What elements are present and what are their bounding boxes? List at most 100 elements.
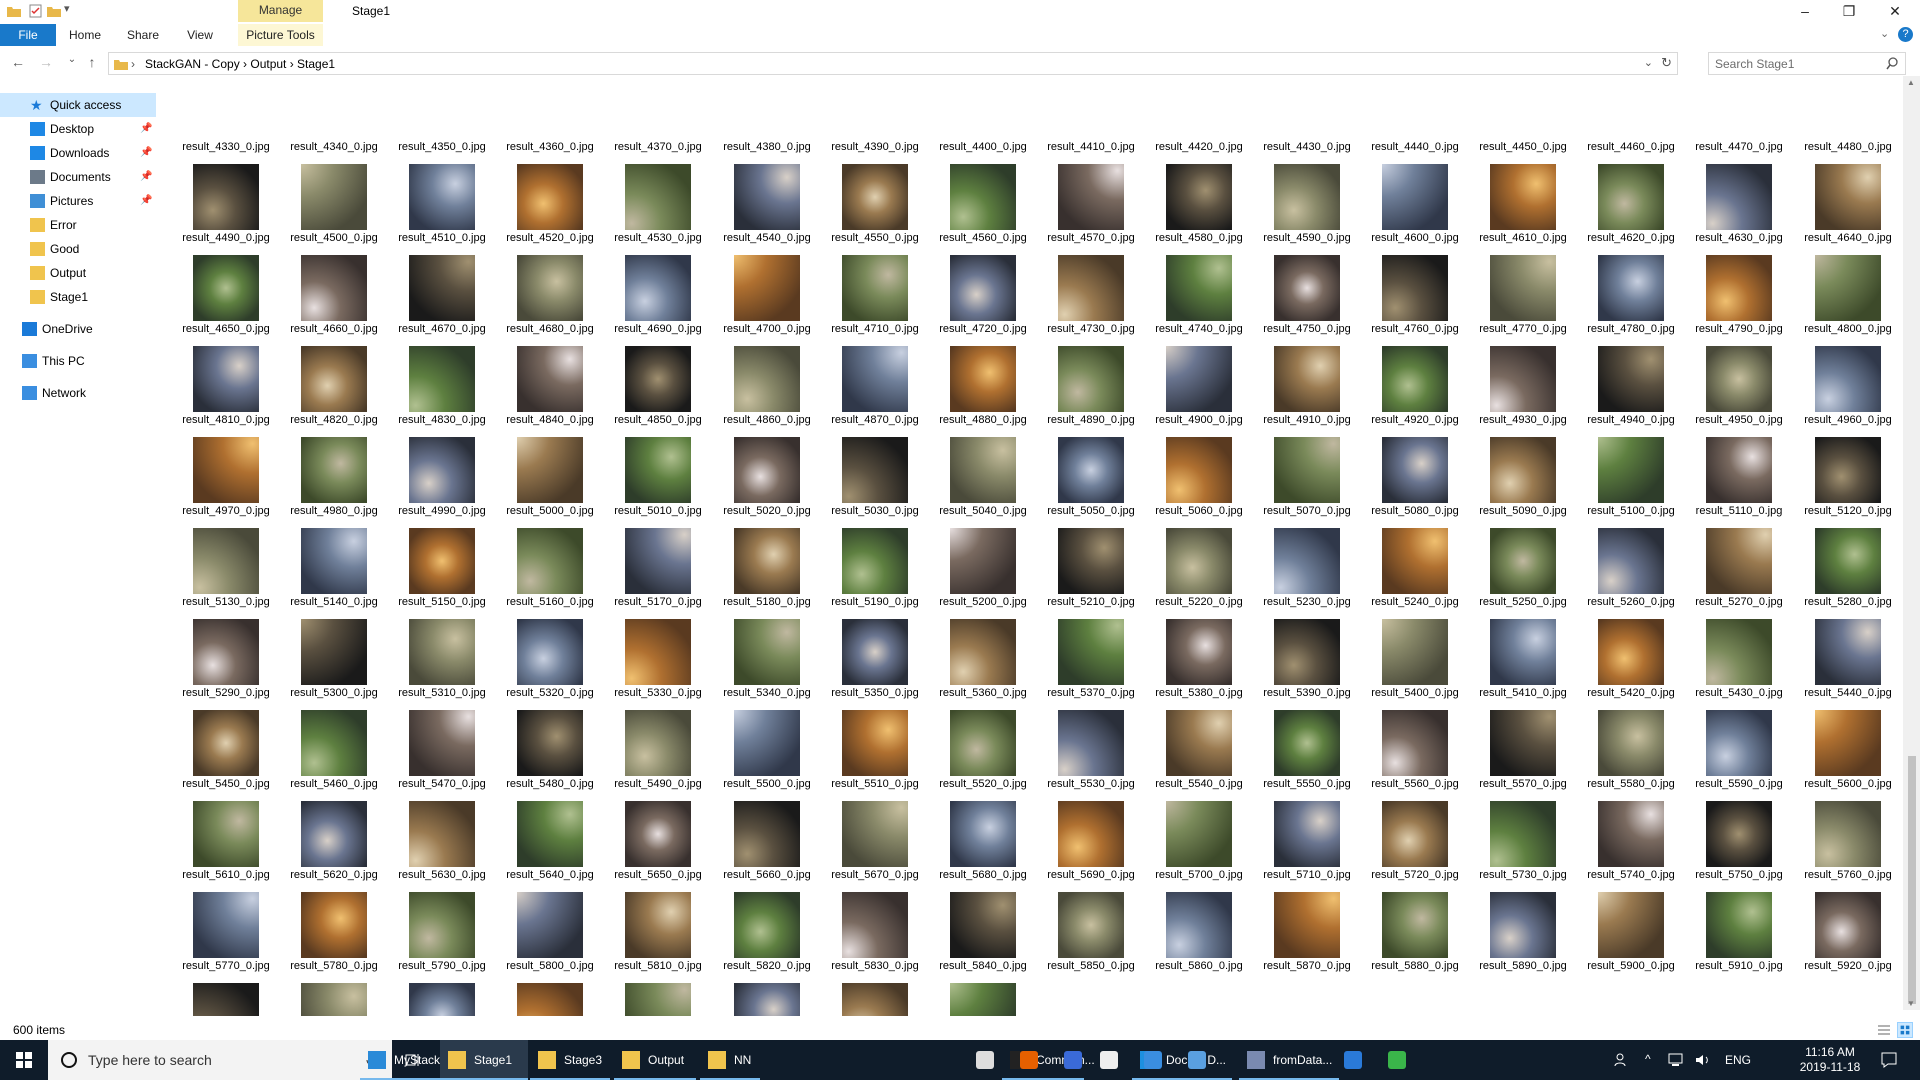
- file-item[interactable]: result_4690_0.jpg: [604, 247, 712, 338]
- file-item[interactable]: result_4910_0.jpg: [1253, 338, 1361, 429]
- file-item[interactable]: result_4350_0.jpg: [388, 76, 496, 156]
- file-item[interactable]: result_4540_0.jpg: [713, 156, 821, 247]
- file-item[interactable]: result_4720_0.jpg: [929, 247, 1037, 338]
- file-item[interactable]: result_4740_0.jpg: [1145, 247, 1253, 338]
- file-item[interactable]: result_5170_0.jpg: [604, 520, 712, 611]
- properties-icon[interactable]: [28, 3, 44, 19]
- file-item[interactable]: result_5580_0.jpg: [1577, 702, 1685, 793]
- file-item[interactable]: result_4530_0.jpg: [604, 156, 712, 247]
- file-item[interactable]: result_4630_0.jpg: [1685, 156, 1793, 247]
- file-item[interactable]: result_5520_0.jpg: [929, 702, 1037, 793]
- help-icon[interactable]: ?: [1898, 27, 1913, 42]
- clock[interactable]: 11:16 AM 2019-11-18: [1795, 1045, 1865, 1075]
- file-item[interactable]: result_4490_0.jpg: [172, 156, 280, 247]
- file-item[interactable]: result_5680_0.jpg: [929, 793, 1037, 884]
- file-item[interactable]: result_5700_0.jpg: [1145, 793, 1253, 884]
- file-item[interactable]: result_5040_0.jpg: [929, 429, 1037, 520]
- file-item[interactable]: result_5860_0.jpg: [1145, 884, 1253, 975]
- taskbar-item-output[interactable]: Output: [614, 1040, 696, 1080]
- file-item[interactable]: result_4880_0.jpg: [929, 338, 1037, 429]
- file-item[interactable]: result_5310_0.jpg: [388, 611, 496, 702]
- file-item[interactable]: result_5340_0.jpg: [713, 611, 821, 702]
- file-item[interactable]: result_4810_0.jpg: [172, 338, 280, 429]
- nav-item-downloads[interactable]: Downloads 📌: [0, 141, 156, 165]
- file-item[interactable]: result_4500_0.jpg: [280, 156, 388, 247]
- file-item[interactable]: result_4730_0.jpg: [1037, 247, 1145, 338]
- address-bar[interactable]: › StackGAN - Copy › Output › Stage1 ⌄ ↻: [108, 52, 1678, 75]
- file-item[interactable]: result_5350_0.jpg: [821, 611, 929, 702]
- file-item[interactable]: result_4790_0.jpg: [1685, 247, 1793, 338]
- file-item[interactable]: result_5260_0.jpg: [1577, 520, 1685, 611]
- file-item[interactable]: result_4570_0.jpg: [1037, 156, 1145, 247]
- file-item[interactable]: result_5460_0.jpg: [280, 702, 388, 793]
- back-icon[interactable]: ←: [8, 54, 28, 72]
- file-item[interactable]: result_4440_0.jpg: [1361, 76, 1469, 156]
- tab-share[interactable]: Share: [120, 24, 166, 46]
- file-item[interactable]: result_5590_0.jpg: [1685, 702, 1793, 793]
- file-item[interactable]: result_4840_0.jpg: [496, 338, 604, 429]
- file-item[interactable]: result_4340_0.jpg: [280, 76, 388, 156]
- file-item[interactable]: result_5900_0.jpg: [1577, 884, 1685, 975]
- file-item[interactable]: result_5200_0.jpg: [929, 520, 1037, 611]
- file-item[interactable]: result_4750_0.jpg: [1253, 247, 1361, 338]
- maximize-button[interactable]: ❐: [1826, 0, 1872, 24]
- file-item[interactable]: result_4680_0.jpg: [496, 247, 604, 338]
- file-item[interactable]: result_5630_0.jpg: [388, 793, 496, 884]
- file-item[interactable]: result_5820_0.jpg: [713, 884, 821, 975]
- file-item[interactable]: result_4450_0.jpg: [1469, 76, 1577, 156]
- file-item[interactable]: result_4460_0.jpg: [1577, 76, 1685, 156]
- file-item[interactable]: result_5780_0.jpg: [280, 884, 388, 975]
- tab-file[interactable]: File: [0, 24, 56, 46]
- mail-icon[interactable]: [1100, 1051, 1118, 1069]
- action-center-icon[interactable]: [1880, 1051, 1898, 1069]
- nav-item-stage1[interactable]: Stage1: [0, 285, 156, 309]
- file-item[interactable]: result_5110_0.jpg: [1685, 429, 1793, 520]
- nav-item-network[interactable]: Network: [0, 381, 156, 405]
- file-item[interactable]: result_5550_0.jpg: [1253, 702, 1361, 793]
- file-item[interactable]: result_5120_0.jpg: [1794, 429, 1902, 520]
- close-button[interactable]: ✕: [1872, 0, 1918, 24]
- file-item[interactable]: result_4990_0.jpg: [388, 429, 496, 520]
- file-item[interactable]: result_4850_0.jpg: [604, 338, 712, 429]
- address-dropdown-icon[interactable]: ⌄: [1644, 56, 1653, 69]
- vertical-scrollbar[interactable]: ▲ ▼: [1903, 76, 1920, 1010]
- file-item[interactable]: result_5220_0.jpg: [1145, 520, 1253, 611]
- ribbon-expand-icon[interactable]: ⌄: [1880, 27, 1889, 40]
- file-item[interactable]: result_5740_0.jpg: [1577, 793, 1685, 884]
- file-item[interactable]: result_5500_0.jpg: [713, 702, 821, 793]
- nav-item-pictures[interactable]: Pictures 📌: [0, 189, 156, 213]
- file-item[interactable]: result_5920_0.jpg: [1794, 884, 1902, 975]
- forward-icon[interactable]: →: [36, 54, 56, 72]
- volume-icon[interactable]: [1694, 1052, 1712, 1068]
- file-item[interactable]: result_5150_0.jpg: [388, 520, 496, 611]
- tab-home[interactable]: Home: [64, 24, 106, 46]
- file-item[interactable]: result_5750_0.jpg: [1685, 793, 1793, 884]
- network-tray-icon[interactable]: [1668, 1052, 1686, 1068]
- file-item[interactable]: result_5990_0.jpg: [821, 975, 929, 1016]
- file-item[interactable]: result_5100_0.jpg: [1577, 429, 1685, 520]
- file-item[interactable]: result_5030_0.jpg: [821, 429, 929, 520]
- file-item[interactable]: result_4860_0.jpg: [713, 338, 821, 429]
- file-item[interactable]: result_5960_0.jpg: [496, 975, 604, 1016]
- file-item[interactable]: result_5080_0.jpg: [1361, 429, 1469, 520]
- nav-item-documents[interactable]: Documents 📌: [0, 165, 156, 189]
- scroll-down-icon[interactable]: ▼: [1907, 999, 1915, 1008]
- file-item[interactable]: result_4930_0.jpg: [1469, 338, 1577, 429]
- file-item[interactable]: result_5690_0.jpg: [1037, 793, 1145, 884]
- file-item[interactable]: result_5830_0.jpg: [821, 884, 929, 975]
- file-item[interactable]: result_4430_0.jpg: [1253, 76, 1361, 156]
- file-item[interactable]: result_4520_0.jpg: [496, 156, 604, 247]
- file-item[interactable]: result_4600_0.jpg: [1361, 156, 1469, 247]
- windows-start-icon[interactable]: [0, 1040, 48, 1080]
- file-item[interactable]: result_5710_0.jpg: [1253, 793, 1361, 884]
- file-item[interactable]: result_4950_0.jpg: [1685, 338, 1793, 429]
- file-item[interactable]: result_5000_0.jpg: [496, 429, 604, 520]
- file-item[interactable]: result_5380_0.jpg: [1145, 611, 1253, 702]
- file-item[interactable]: result_5400_0.jpg: [1361, 611, 1469, 702]
- file-item[interactable]: result_4830_0.jpg: [388, 338, 496, 429]
- file-item[interactable]: result_5070_0.jpg: [1253, 429, 1361, 520]
- remote-desktop-icon[interactable]: [1144, 1051, 1162, 1069]
- vscode-icon[interactable]: [1344, 1051, 1362, 1069]
- file-item[interactable]: result_4370_0.jpg: [604, 76, 712, 156]
- firefox-icon[interactable]: [1020, 1051, 1038, 1069]
